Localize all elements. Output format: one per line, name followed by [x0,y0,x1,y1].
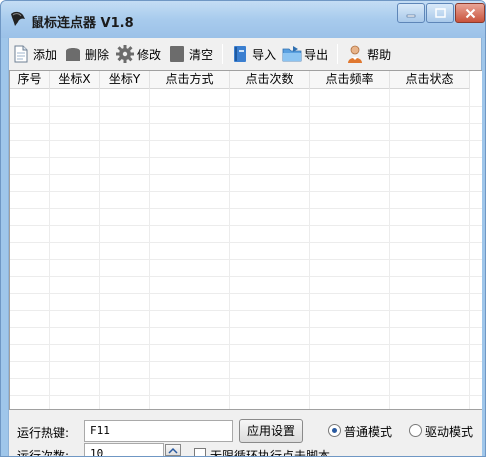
grid-row-line [10,225,482,226]
minimize-button[interactable] [397,3,425,23]
edit-label: 修改 [137,47,162,62]
grid-row-line [10,276,482,277]
hotkey-label: 运行热键: [17,426,70,440]
maximize-button[interactable] [426,3,454,23]
clear-button[interactable]: 清空 [165,41,215,67]
delete-icon [66,48,81,61]
mouse-app-icon [11,11,25,26]
add-button[interactable]: 添加 [9,41,59,67]
grid-row-line [10,123,482,124]
help-button[interactable]: 帮助 [343,41,393,67]
grid-row-line [10,344,482,345]
chevron-up-icon [168,447,178,454]
column-header-click-count[interactable]: 点击次数 [230,71,310,89]
import-button[interactable]: 导入 [228,41,278,67]
toolbar-separator [222,44,224,64]
add-document-icon [14,45,28,63]
driver-mode-label[interactable]: 驱动模式 [425,423,473,440]
click-list-table[interactable]: 序号 坐标X 坐标Y 点击方式 点击次数 点击频率 点击状态 [9,70,483,410]
export-label: 导出 [304,47,329,62]
import-label: 导入 [252,47,277,62]
table-header: 序号 坐标X 坐标Y 点击方式 点击次数 点击频率 点击状态 [10,71,470,89]
column-header-click-frequency[interactable]: 点击频率 [310,71,390,89]
infinite-loop-checkbox[interactable] [194,448,206,456]
normal-mode-radio[interactable] [328,424,341,437]
grid-row-line [10,378,482,379]
grid-row-line [10,293,482,294]
grid-row-line [10,191,482,192]
close-button[interactable] [455,3,485,23]
close-icon [465,8,475,18]
column-header-index[interactable]: 序号 [10,71,50,89]
settings-panel: 运行热键: F11 应用设置 普通模式 驱动模式 运行次数: 10 无限循环执行… [9,410,483,457]
grid-row-line [10,140,482,141]
column-header-click-status[interactable]: 点击状态 [390,71,470,89]
maximize-icon [434,8,446,18]
minimize-icon [406,14,416,18]
gear-icon [116,45,135,63]
clear-label: 清空 [189,47,214,62]
add-label: 添加 [33,47,58,62]
driver-mode-radio[interactable] [409,424,422,437]
grid-row-line [10,106,482,107]
grid-row-line [10,157,482,158]
run-count-label: 运行次数: [17,449,70,457]
toolbar: 添加 删除 修改 清空 导入 导出 帮助 [9,38,481,70]
column-header-click-type[interactable]: 点击方式 [150,71,230,89]
normal-mode-label[interactable]: 普通模式 [344,423,392,440]
grid-row-line [10,259,482,260]
help-label: 帮助 [367,47,392,62]
export-button[interactable]: 导出 [280,41,330,67]
grid-row-line [10,361,482,362]
delete-label: 删除 [85,47,110,62]
window-title: 鼠标连点器 V1.8 [31,16,134,31]
grid-row-line [10,174,482,175]
column-header-x[interactable]: 坐标X [50,71,100,89]
person-help-icon [348,45,363,63]
grid-row-line [10,310,482,311]
delete-button[interactable]: 删除 [61,41,111,67]
grid-row-line [10,208,482,209]
grid-row-line [10,242,482,243]
column-header-y[interactable]: 坐标Y [100,71,150,89]
title-bar[interactable]: 鼠标连点器 V1.8 [1,1,485,38]
grid-row-line [10,395,482,396]
hotkey-input[interactable]: F11 [84,420,233,442]
main-window: 鼠标连点器 V1.8 添加 删除 修改 清空 导入 导出 帮助 序号 坐标X 坐… [0,0,486,457]
export-folder-icon [282,46,302,62]
clear-icon [170,46,185,62]
infinite-loop-label[interactable]: 无限循环执行点击脚本 [210,447,330,456]
apply-settings-button[interactable]: 应用设置 [239,419,303,443]
table-body [10,89,482,409]
window-frame-right [482,38,485,456]
edit-button[interactable]: 修改 [113,41,163,67]
toolbar-separator [337,44,339,64]
run-count-spinner-up[interactable] [165,444,181,456]
grid-row-line [10,327,482,328]
client-area: 添加 删除 修改 清空 导入 导出 帮助 序号 坐标X 坐标Y 点击方式 点击次… [8,38,483,457]
import-book-icon [234,46,247,62]
run-count-input[interactable]: 10 [84,443,164,456]
